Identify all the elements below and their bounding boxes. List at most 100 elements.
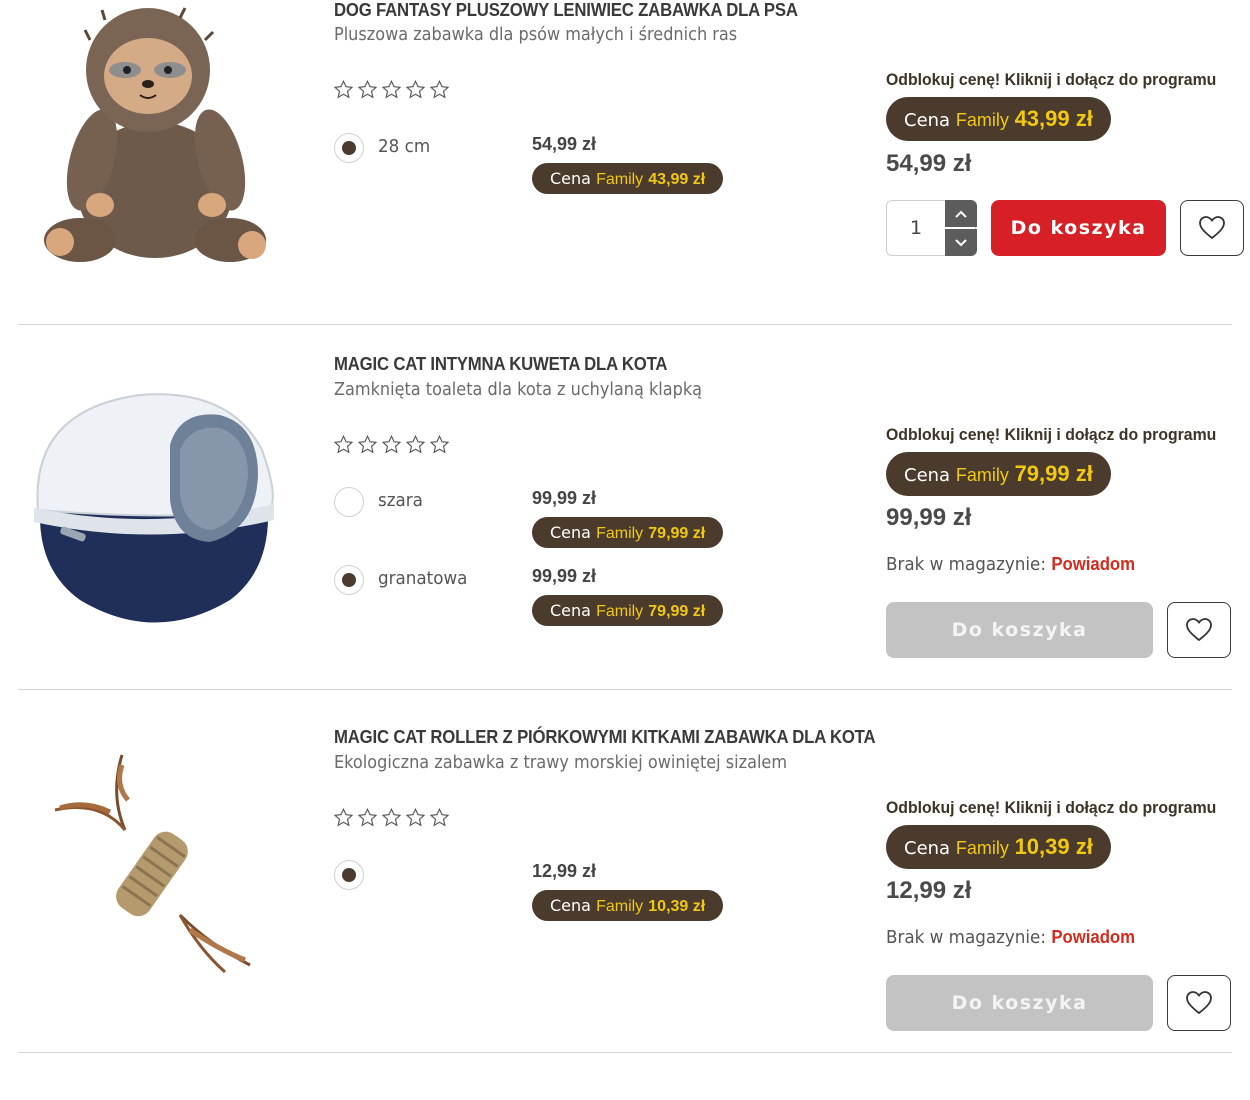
- star-outline-icon: [333, 434, 354, 454]
- unlock-price-link[interactable]: Odblokuj cenę! Kliknij i dołącz do progr…: [886, 425, 1216, 445]
- family-badge-word: Family: [596, 525, 644, 542]
- regular-price: 12,99 zł: [886, 877, 972, 904]
- product-card-sloth: DOG FANTASY PLUSZOWY LENIWIEC ZABAWKA DL…: [0, 0, 1250, 325]
- star-outline-icon: [429, 807, 450, 827]
- heart-icon: [1199, 216, 1225, 240]
- chevron-up-icon: [955, 210, 967, 218]
- litter-box-image[interactable]: [30, 355, 280, 635]
- family-badge-word: Family: [596, 603, 644, 620]
- star-outline-icon: [333, 79, 354, 99]
- family-pill-price: 79,99 zł: [1014, 461, 1093, 486]
- star-outline-icon: [381, 79, 402, 99]
- variant-family-price-badge: Cena Family 43,99 zł: [532, 163, 724, 194]
- family-badge-price: 43,99 zł: [648, 171, 706, 188]
- variant-option[interactable]: 28 cm 54,99 zł Cena Family 43,99 zł: [334, 133, 734, 197]
- variant-price: 12,99 zł: [532, 861, 597, 881]
- stock-status: Brak w magazynie: Powiadom: [886, 554, 1135, 575]
- family-pill-price: 10,39 zł: [1014, 834, 1093, 859]
- variant-price: 99,99 zł: [532, 566, 597, 586]
- family-pill-word: Family: [955, 465, 1009, 485]
- variant-price: 99,99 zł: [532, 488, 597, 508]
- product-subtitle: Ekologiczna zabawka z trawy morskiej owi…: [334, 753, 788, 773]
- family-price-pill: Cena Family 10,39 zł: [886, 825, 1111, 869]
- add-to-cart-button[interactable]: Do koszyka: [886, 975, 1153, 1031]
- variant-radio[interactable]: [334, 487, 364, 517]
- wishlist-button[interactable]: [1180, 200, 1244, 256]
- feather-roller-image[interactable]: [40, 740, 270, 980]
- regular-price: 99,99 zł: [886, 504, 972, 531]
- regular-price: 54,99 zł: [886, 150, 972, 177]
- family-pill-label: Cena: [904, 838, 951, 859]
- family-badge-word: Family: [596, 171, 644, 188]
- quantity-stepper[interactable]: 1: [886, 200, 977, 256]
- star-outline-icon: [429, 434, 450, 454]
- quantity-increase-button[interactable]: [945, 200, 977, 227]
- product-subtitle: Pluszowa zabawka dla psów małych i średn…: [334, 25, 738, 45]
- family-badge-label: Cena: [550, 523, 591, 542]
- add-to-cart-button[interactable]: Do koszyka: [991, 200, 1166, 256]
- family-pill-word: Family: [955, 110, 1009, 130]
- variant-option[interactable]: granatowa 99,99 zł Cena Family 79,99 zł: [334, 565, 734, 629]
- unlock-price-link[interactable]: Odblokuj cenę! Kliknij i dołącz do progr…: [886, 798, 1216, 818]
- star-outline-icon: [405, 79, 426, 99]
- unlock-price-link[interactable]: Odblokuj cenę! Kliknij i dołącz do progr…: [886, 70, 1216, 90]
- purchase-panel: Odblokuj cenę! Kliknij i dołącz do progr…: [886, 0, 1246, 320]
- variant-name: szara: [378, 490, 423, 511]
- star-outline-icon: [405, 807, 426, 827]
- purchase-panel: Odblokuj cenę! Kliknij i dołącz do progr…: [886, 690, 1246, 1050]
- product-title[interactable]: MAGIC CAT ROLLER Z PIÓRKOWYMI KITKAMI ZA…: [334, 727, 876, 748]
- star-outline-icon: [429, 79, 450, 99]
- star-outline-icon: [357, 807, 378, 827]
- plush-sloth-image[interactable]: [30, 0, 280, 280]
- purchase-panel: Odblokuj cenę! Kliknij i dołącz do progr…: [886, 325, 1246, 685]
- variant-option[interactable]: szara 99,99 zł Cena Family 79,99 zł: [334, 487, 734, 551]
- variant-radio[interactable]: [334, 860, 364, 890]
- family-pill-label: Cena: [904, 465, 951, 486]
- quantity-value[interactable]: 1: [887, 201, 945, 255]
- variant-option[interactable]: 12,99 zł Cena Family 10,39 zł: [334, 860, 734, 924]
- heart-icon: [1186, 991, 1212, 1015]
- family-badge-label: Cena: [550, 896, 591, 915]
- wishlist-button[interactable]: [1167, 975, 1231, 1031]
- family-pill-label: Cena: [904, 110, 951, 131]
- wishlist-button[interactable]: [1167, 602, 1231, 658]
- product-title[interactable]: MAGIC CAT INTYMNA KUWETA DLA KOTA: [334, 354, 667, 375]
- family-price-pill: Cena Family 43,99 zł: [886, 97, 1111, 141]
- star-outline-icon: [333, 807, 354, 827]
- star-outline-icon: [357, 79, 378, 99]
- family-pill-word: Family: [955, 838, 1009, 858]
- product-subtitle: Zamknięta toaleta dla kota z uchylaną kl…: [334, 380, 703, 400]
- product-card-litter-box: MAGIC CAT INTYMNA KUWETA DLA KOTA Zamkni…: [0, 325, 1250, 690]
- family-badge-label: Cena: [550, 601, 591, 620]
- variant-name: granatowa: [378, 568, 468, 589]
- family-pill-price: 43,99 zł: [1014, 106, 1093, 131]
- star-outline-icon: [381, 434, 402, 454]
- rating-stars: [333, 807, 450, 828]
- variant-name: 28 cm: [378, 136, 431, 157]
- variant-radio[interactable]: [334, 565, 364, 595]
- family-price-pill: Cena Family 79,99 zł: [886, 452, 1111, 496]
- rating-stars: [333, 434, 450, 455]
- out-of-stock-label: Brak w magazynie:: [886, 554, 1047, 575]
- variant-family-price-badge: Cena Family 79,99 zł: [532, 595, 724, 626]
- family-badge-label: Cena: [550, 169, 591, 188]
- notify-me-link[interactable]: Powiadom: [1051, 554, 1135, 574]
- star-outline-icon: [381, 807, 402, 827]
- star-outline-icon: [357, 434, 378, 454]
- stock-status: Brak w magazynie: Powiadom: [886, 927, 1135, 948]
- star-outline-icon: [405, 434, 426, 454]
- family-badge-price: 10,39 zł: [648, 898, 706, 915]
- product-title[interactable]: DOG FANTASY PLUSZOWY LENIWIEC ZABAWKA DL…: [334, 0, 798, 21]
- add-to-cart-button[interactable]: Do koszyka: [886, 602, 1153, 658]
- notify-me-link[interactable]: Powiadom: [1051, 927, 1135, 947]
- product-card-roller: MAGIC CAT ROLLER Z PIÓRKOWYMI KITKAMI ZA…: [0, 690, 1250, 1055]
- product-divider: [18, 1052, 1232, 1053]
- variant-family-price-badge: Cena Family 10,39 zł: [532, 890, 724, 921]
- variant-family-price-badge: Cena Family 79,99 zł: [532, 517, 724, 548]
- variant-radio[interactable]: [334, 133, 364, 163]
- quantity-decrease-button[interactable]: [945, 229, 977, 256]
- heart-icon: [1186, 618, 1212, 642]
- variant-price: 54,99 zł: [532, 134, 597, 154]
- family-badge-price: 79,99 zł: [648, 525, 706, 542]
- rating-stars: [333, 79, 450, 100]
